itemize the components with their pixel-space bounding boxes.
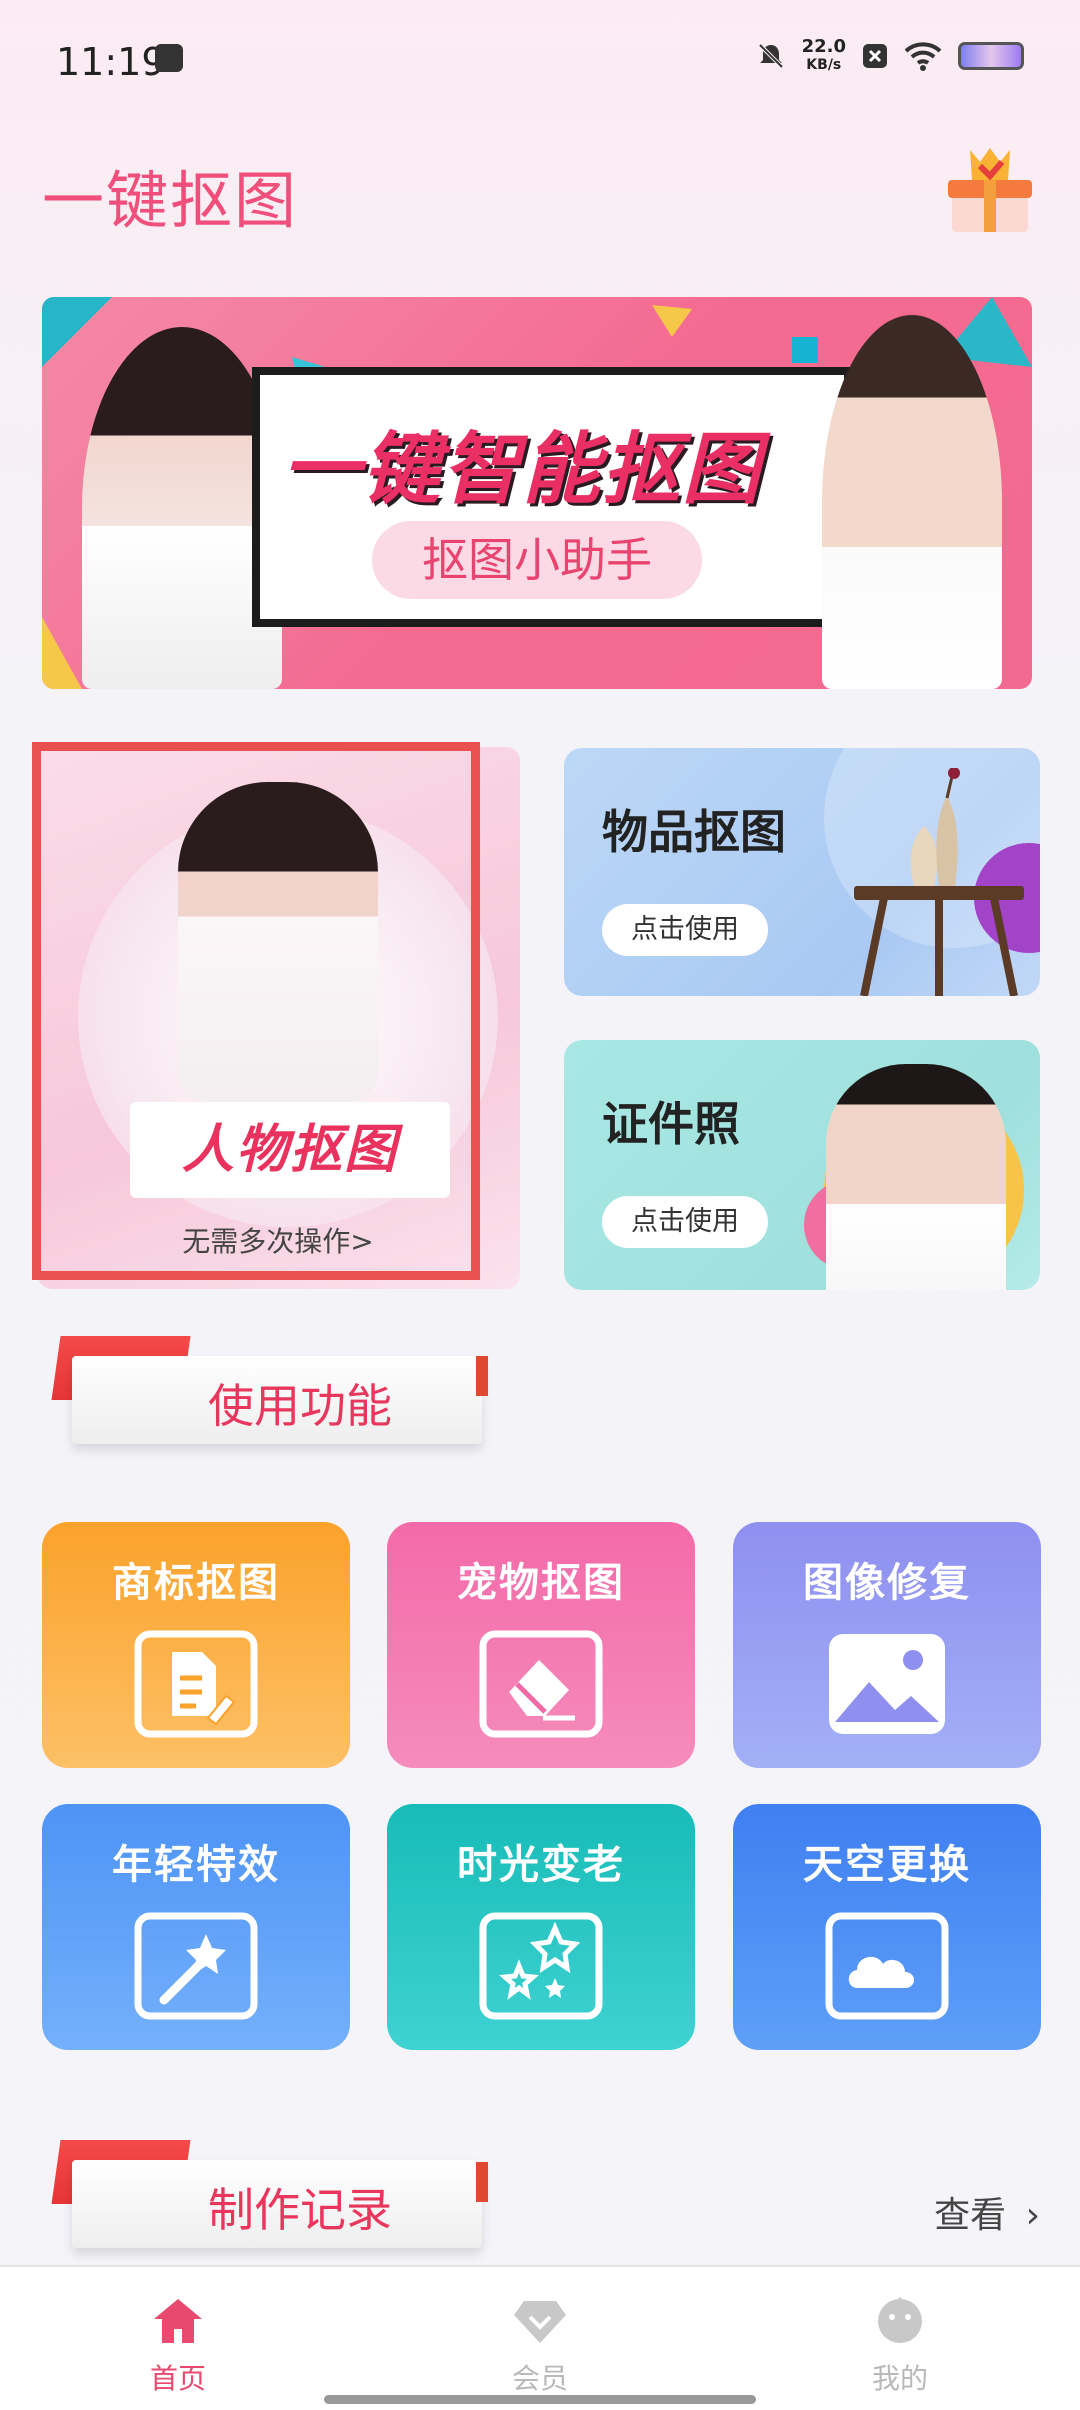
magic-wand-icon: [134, 1912, 258, 2020]
stars-icon: [479, 1912, 603, 2020]
gesture-home-bar: [324, 2395, 756, 2404]
tile-sky-replace[interactable]: 天空更换: [733, 1804, 1041, 2050]
promo-banner[interactable]: 一键智能抠图 抠图小助手: [42, 297, 1032, 689]
page-title: 一键抠图: [42, 164, 299, 237]
id-model-photo: [826, 1064, 1006, 1290]
tile-youth-effect[interactable]: 年轻特效: [42, 1804, 350, 2050]
notification-icon: [155, 44, 183, 72]
bottom-navigation: 首页 会员 我的: [0, 2265, 1080, 2410]
status-icons: 22.0 KB/s: [756, 38, 1024, 74]
banner-pill: 抠图小助手: [372, 521, 702, 599]
section-tab-edge: [476, 1356, 488, 1396]
tile-aging-effect[interactable]: 时光变老: [387, 1804, 695, 2050]
records-section-title: 制作记录: [208, 2183, 392, 2237]
nav-profile[interactable]: 我的: [840, 2295, 960, 2397]
status-time: 11:19: [56, 40, 166, 84]
id-card-title: 证件照: [602, 1097, 740, 1151]
nav-membership-label: 会员: [511, 2362, 568, 2395]
section-tab-edge: [476, 2162, 488, 2202]
nav-home-label: 首页: [149, 2362, 206, 2395]
vip-gift-icon[interactable]: [940, 140, 1040, 240]
home-icon: [154, 2299, 202, 2343]
eraser-icon: [479, 1630, 603, 1738]
tile-image-repair[interactable]: 图像修复: [733, 1522, 1041, 1768]
image-icon: [829, 1634, 945, 1734]
document-edit-icon: [134, 1630, 258, 1738]
tile-pet-cutout[interactable]: 宠物抠图: [387, 1522, 695, 1768]
tile-label: 商标抠图: [112, 1560, 280, 1606]
functions-section-title: 使用功能: [208, 1379, 392, 1433]
tile-label: 宠物抠图: [457, 1560, 625, 1606]
nav-membership[interactable]: 会员: [480, 2295, 600, 2397]
view-records-link[interactable]: 查看 ›: [934, 2186, 1040, 2238]
cloud-icon: [825, 1912, 949, 2020]
close-box-icon: [863, 44, 887, 68]
net-speed: 22.0 KB/s: [801, 36, 846, 74]
mute-bell-icon: [758, 43, 783, 69]
object-card-title: 物品抠图: [602, 805, 786, 859]
battery-icon: [958, 42, 1024, 70]
view-link-label: 查看: [934, 2195, 1007, 2236]
tile-label: 年轻特效: [112, 1842, 280, 1888]
nav-home[interactable]: 首页: [118, 2295, 238, 2397]
banner-headline: 一键智能抠图: [282, 425, 763, 515]
model-photo-right: [822, 315, 1002, 689]
id-photo-card[interactable]: 证件照 点击使用: [564, 1040, 1040, 1290]
table-vase-illustration: [854, 768, 1024, 996]
object-cutout-card[interactable]: 物品抠图 点击使用: [564, 748, 1040, 996]
nav-profile-label: 我的: [871, 2362, 928, 2395]
profile-icon: [878, 2297, 922, 2343]
chevron-right-icon: ›: [1025, 2195, 1040, 2236]
tile-label: 时光变老: [457, 1842, 625, 1888]
tile-label: 图像修复: [803, 1560, 971, 1606]
diamond-icon: [514, 2301, 566, 2343]
id-use-button[interactable]: 点击使用: [602, 1196, 768, 1248]
tile-logo-cutout[interactable]: 商标抠图: [42, 1522, 350, 1768]
wifi-icon: [904, 42, 942, 71]
tile-label: 天空更换: [803, 1842, 971, 1888]
object-use-button[interactable]: 点击使用: [602, 904, 768, 956]
selection-highlight: [32, 742, 480, 1280]
